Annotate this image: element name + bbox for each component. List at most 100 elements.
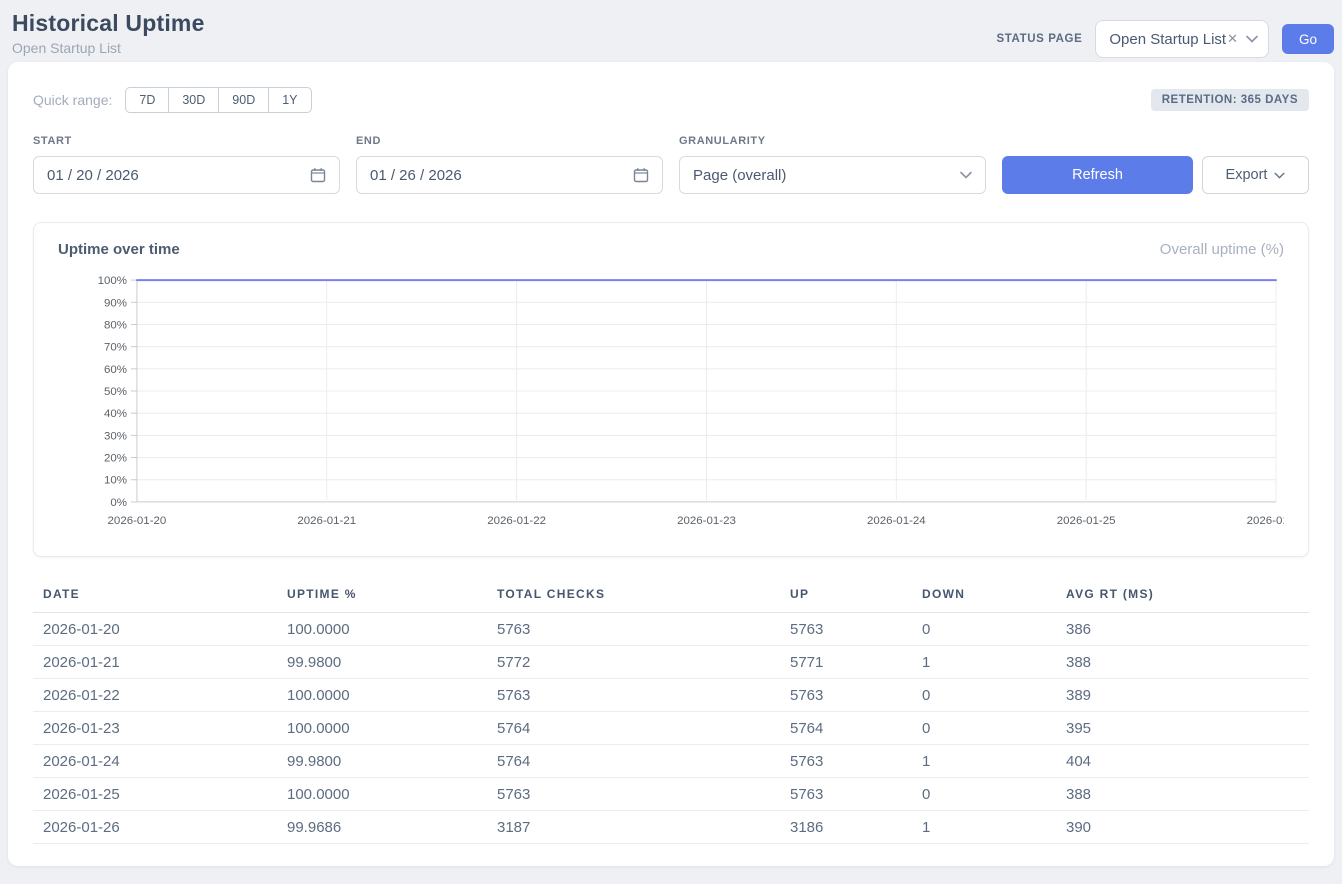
x-axis-tick-label: 2026-01-26 [1247, 515, 1284, 527]
column-header: DATE [33, 581, 277, 613]
table-cell: 1 [912, 745, 1056, 778]
table-cell: 2026-01-24 [33, 745, 277, 778]
page-title: Historical Uptime [12, 10, 205, 37]
table-cell: 99.9800 [277, 745, 487, 778]
table-cell: 5763 [487, 679, 780, 712]
table-cell: 5764 [487, 712, 780, 745]
y-axis-tick-label: 30% [104, 430, 127, 442]
y-axis-tick-label: 80% [104, 319, 127, 331]
start-date-label: START [33, 135, 340, 147]
table-cell: 2026-01-20 [33, 613, 277, 646]
quick-range-label: Quick range: [33, 92, 112, 108]
table-cell: 2026-01-23 [33, 712, 277, 745]
table-row: 2026-01-20100.0000576357630386 [33, 613, 1309, 646]
uptime-table: DATEUPTIME %TOTAL CHECKSUPDOWNAVG RT (MS… [33, 581, 1309, 844]
granularity-label: GRANULARITY [679, 135, 986, 147]
y-axis-tick-label: 10% [104, 475, 127, 487]
table-cell: 389 [1056, 679, 1309, 712]
x-axis-tick-label: 2026-01-25 [1057, 515, 1116, 527]
table-cell: 5764 [780, 712, 912, 745]
table-cell: 5772 [487, 646, 780, 679]
y-axis-tick-label: 20% [104, 453, 127, 465]
column-header: AVG RT (MS) [1056, 581, 1309, 613]
quick-range-group: 7D30D90D1Y [125, 87, 311, 113]
start-date-value: 01 / 20 / 2026 [47, 167, 139, 184]
clear-icon[interactable]: ✕ [1227, 31, 1238, 47]
granularity-value: Page (overall) [693, 167, 786, 184]
table-row: 2026-01-25100.0000576357630388 [33, 778, 1309, 811]
table-cell: 100.0000 [277, 613, 487, 646]
y-axis-tick-label: 0% [110, 497, 127, 509]
table-cell: 5763 [780, 613, 912, 646]
end-date-field-group: END 01 / 26 / 2026 [356, 135, 663, 194]
table-cell: 0 [912, 613, 1056, 646]
table-cell: 395 [1056, 712, 1309, 745]
chevron-down-icon [960, 171, 972, 179]
table-cell: 99.9686 [277, 811, 487, 844]
quick-range-7d-button[interactable]: 7D [125, 87, 169, 113]
calendar-icon[interactable] [310, 167, 326, 183]
table-cell: 404 [1056, 745, 1309, 778]
refresh-button[interactable]: Refresh [1002, 156, 1193, 194]
table-cell: 1 [912, 646, 1056, 679]
filters-row: START 01 / 20 / 2026 END 01 / 26 / 2026 … [33, 135, 1309, 194]
table-row: 2026-01-2199.9800577257711388 [33, 646, 1309, 679]
go-button[interactable]: Go [1282, 24, 1334, 54]
status-page-select[interactable]: Open Startup List ✕ [1095, 20, 1269, 58]
chevron-down-icon [1246, 35, 1258, 43]
table-cell: 0 [912, 679, 1056, 712]
y-axis-tick-label: 100% [98, 275, 127, 287]
table-cell: 5763 [487, 778, 780, 811]
table-row: 2026-01-2499.9800576457631404 [33, 745, 1309, 778]
uptime-line-chart-svg: 0% 10% 20% 30% 40% 50% 60% 70% 80% 90% 100% 2026-01… [58, 272, 1284, 534]
start-date-input[interactable]: 01 / 20 / 2026 [33, 156, 340, 194]
page-header: Historical Uptime Open Startup List STAT… [0, 0, 1342, 62]
table-cell: 5763 [780, 778, 912, 811]
x-axis-tick-label: 2026-01-20 [108, 515, 167, 527]
start-date-field-group: START 01 / 20 / 2026 [33, 135, 340, 194]
table-cell: 0 [912, 712, 1056, 745]
export-button[interactable]: Export [1202, 156, 1309, 194]
y-axis-tick-label: 60% [104, 364, 127, 376]
table-cell: 5764 [487, 745, 780, 778]
table-cell: 3186 [780, 811, 912, 844]
x-axis-tick-label: 2026-01-24 [867, 515, 926, 527]
column-header: UPTIME % [277, 581, 487, 613]
column-header: DOWN [912, 581, 1056, 613]
table-cell: 0 [912, 778, 1056, 811]
main-panel: Quick range: 7D30D90D1Y RETENTION: 365 D… [8, 62, 1334, 866]
table-cell: 388 [1056, 778, 1309, 811]
table-cell: 5763 [487, 613, 780, 646]
header-controls: STATUS PAGE Open Startup List ✕ Go [997, 20, 1334, 58]
x-axis-tick-label: 2026-01-21 [297, 515, 356, 527]
column-header: UP [780, 581, 912, 613]
y-axis-tick-label: 50% [104, 386, 127, 398]
quick-range-1y-button[interactable]: 1Y [269, 87, 311, 113]
export-button-label: Export [1226, 167, 1268, 183]
chevron-down-icon [1274, 172, 1285, 179]
y-axis-tick-label: 40% [104, 408, 127, 420]
end-date-label: END [356, 135, 663, 147]
table-cell: 2026-01-25 [33, 778, 277, 811]
y-axis-tick-label: 70% [104, 342, 127, 354]
table-cell: 99.9800 [277, 646, 487, 679]
chart-header: Uptime over time Overall uptime (%) [58, 241, 1284, 258]
table-cell: 5763 [780, 745, 912, 778]
granularity-select[interactable]: Page (overall) [679, 156, 986, 194]
calendar-icon[interactable] [633, 167, 649, 183]
quick-range-30d-button[interactable]: 30D [169, 87, 219, 113]
granularity-field-group: GRANULARITY Page (overall) [679, 135, 986, 194]
uptime-line-chart: 0% 10% 20% 30% 40% 50% 60% 70% 80% 90% 100% 2026-01… [58, 272, 1284, 534]
quick-range-toolbar: Quick range: 7D30D90D1Y RETENTION: 365 D… [33, 86, 1309, 114]
table-row: 2026-01-23100.0000576457640395 [33, 712, 1309, 745]
table-cell: 390 [1056, 811, 1309, 844]
table-cell: 2026-01-26 [33, 811, 277, 844]
table-header-row: DATEUPTIME %TOTAL CHECKSUPDOWNAVG RT (MS… [33, 581, 1309, 613]
end-date-input[interactable]: 01 / 26 / 2026 [356, 156, 663, 194]
quick-range-90d-button[interactable]: 90D [219, 87, 269, 113]
x-axis-tick-label: 2026-01-23 [677, 515, 736, 527]
x-axis-tick-label: 2026-01-22 [487, 515, 546, 527]
chart-legend: Overall uptime (%) [1160, 241, 1284, 258]
y-axis-tick-label: 90% [104, 297, 127, 309]
chart-title: Uptime over time [58, 241, 180, 258]
